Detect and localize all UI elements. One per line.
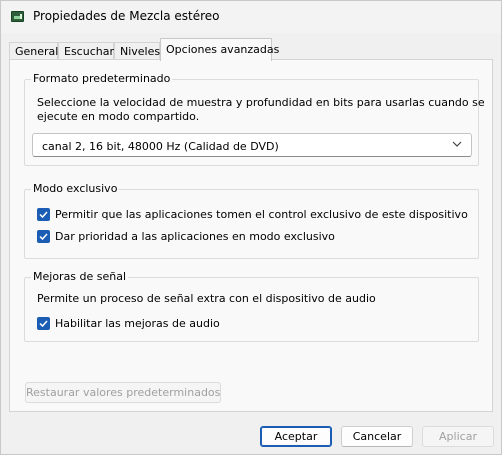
tab-general[interactable]: General — [9, 42, 58, 60]
allow-exclusive-label: Permitir que las aplicaciones tomen el c… — [55, 208, 468, 221]
exclusive-mode-group: Modo exclusivo Permitir que las aplicaci… — [24, 182, 479, 259]
restore-defaults-button[interactable]: Restaurar valores predeterminados — [25, 382, 221, 403]
default-format-title: Formato predeterminado — [31, 72, 173, 85]
tab-niveles[interactable]: Niveles — [114, 42, 160, 60]
chevron-down-icon — [452, 141, 462, 147]
exclusive-mode-title: Modo exclusivo — [31, 182, 120, 195]
signal-enhancements-title: Mejoras de señal — [31, 270, 129, 283]
window-title: Propiedades de Mezcla estéreo — [33, 9, 220, 23]
checkbox-checked-icon — [37, 230, 50, 243]
cancel-button[interactable]: Cancelar — [341, 426, 413, 447]
exclusive-priority-checkbox[interactable]: Dar prioridad a las aplicaciones en modo… — [37, 230, 335, 243]
sample-rate-value: canal 2, 16 bit, 48000 Hz (Calidad de DV… — [42, 140, 279, 153]
enable-enhancements-label: Habilitar las mejoras de audio — [55, 317, 220, 330]
sample-rate-dropdown[interactable]: canal 2, 16 bit, 48000 Hz (Calidad de DV… — [32, 133, 472, 157]
tab-opciones-avanzadas[interactable]: Opciones avanzadas — [160, 38, 279, 61]
title-bar[interactable]: Propiedades de Mezcla estéreo — [1, 1, 501, 33]
exclusive-priority-label: Dar prioridad a las aplicaciones en modo… — [55, 230, 335, 243]
properties-dialog: Propiedades de Mezcla estéreo General Es… — [0, 0, 502, 455]
apply-button[interactable]: Aplicar — [422, 426, 494, 447]
format-description-line1: Seleccione la velocidad de muestra y pro… — [37, 96, 485, 109]
default-format-group: Formato predeterminado Seleccione la vel… — [24, 72, 485, 166]
enable-enhancements-checkbox[interactable]: Habilitar las mejoras de audio — [37, 317, 220, 330]
tab-escuchar[interactable]: Escuchar — [58, 42, 114, 60]
tab-panel: Formato predeterminado Seleccione la vel… — [9, 59, 493, 412]
signal-enhancements-description: Permite un proceso de señal extra con el… — [37, 292, 376, 305]
checkbox-checked-icon — [37, 317, 50, 330]
signal-enhancements-group: Mejoras de señal Permite un proceso de s… — [24, 270, 479, 342]
format-description-line2: ejecute en modo compartido. — [37, 110, 200, 123]
ok-button[interactable]: Aceptar — [260, 426, 332, 447]
checkbox-checked-icon — [37, 208, 50, 221]
speaker-device-icon — [11, 11, 24, 22]
allow-exclusive-checkbox[interactable]: Permitir que las aplicaciones tomen el c… — [37, 208, 468, 221]
